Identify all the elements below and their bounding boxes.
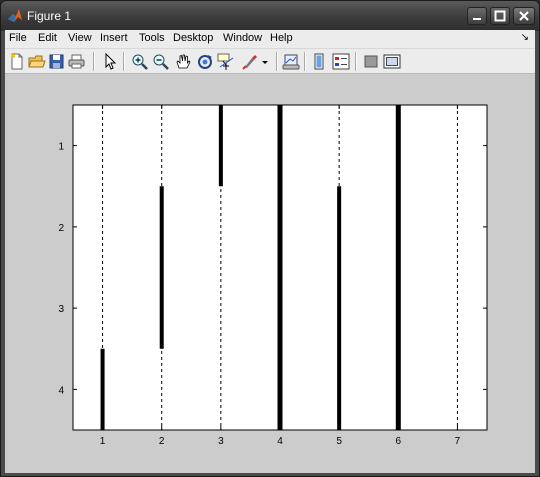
figure-window: Figure 1 File Edit View Insert Tools Des… bbox=[0, 0, 540, 477]
y-tick-label: 2 bbox=[58, 223, 64, 234]
x-tick-label: 7 bbox=[455, 436, 461, 447]
close-button[interactable] bbox=[513, 7, 535, 25]
x-tick-label: 4 bbox=[277, 436, 283, 447]
menu-edit[interactable]: Edit bbox=[38, 32, 57, 44]
x-tick-label: 3 bbox=[218, 436, 224, 447]
zoom-out-icon bbox=[153, 54, 169, 70]
brush-dropdown-button[interactable] bbox=[261, 53, 269, 70]
data-cursor-button[interactable] bbox=[217, 53, 235, 70]
hide-plot-tools-icon bbox=[364, 55, 378, 68]
save-icon bbox=[49, 54, 64, 69]
print-icon bbox=[68, 54, 85, 69]
data-cursor-icon bbox=[217, 53, 234, 70]
link-plot-icon bbox=[282, 54, 300, 70]
link-plot-button[interactable] bbox=[282, 53, 300, 70]
menu-bar: File Edit View Insert Tools Desktop Wind… bbox=[5, 30, 535, 48]
menu-insert[interactable]: Insert bbox=[100, 32, 128, 44]
menu-view[interactable]: View bbox=[68, 32, 92, 44]
bar-segment bbox=[277, 105, 283, 430]
rotate-3d-icon bbox=[198, 55, 212, 69]
bar-segment bbox=[218, 105, 223, 187]
new-figure-button[interactable] bbox=[8, 53, 26, 70]
menu-file[interactable]: File bbox=[9, 32, 27, 44]
brush-button[interactable] bbox=[241, 53, 259, 70]
hide-plot-tools-button[interactable] bbox=[362, 53, 380, 70]
minimize-button[interactable] bbox=[467, 7, 487, 25]
menu-tools[interactable]: Tools bbox=[139, 32, 165, 44]
y-tick-label: 1 bbox=[58, 142, 64, 153]
y-tick-label: 3 bbox=[58, 304, 64, 315]
show-plot-tools-icon bbox=[383, 54, 401, 69]
toolbar bbox=[5, 48, 535, 74]
rotate-3d-button[interactable] bbox=[196, 53, 214, 70]
close-icon bbox=[519, 11, 529, 21]
print-button[interactable] bbox=[68, 53, 86, 70]
menu-desktop[interactable]: Desktop bbox=[173, 32, 213, 44]
colorbar-button[interactable] bbox=[310, 53, 328, 70]
toolbar-separator bbox=[93, 52, 95, 71]
bar-segment bbox=[337, 186, 342, 430]
minimize-icon bbox=[473, 18, 481, 20]
maximize-button[interactable] bbox=[490, 7, 510, 25]
open-file-icon bbox=[28, 55, 46, 68]
brush-dropdown-icon bbox=[262, 61, 268, 64]
x-tick-label: 2 bbox=[159, 436, 165, 447]
y-tick-label: 4 bbox=[58, 385, 64, 396]
plot-axes[interactable]: 1 2 3 4 5 6 7 1 2 3 4 bbox=[5, 74, 535, 473]
save-button[interactable] bbox=[48, 53, 66, 70]
menu-window[interactable]: Window bbox=[223, 32, 262, 44]
zoom-out-button[interactable] bbox=[152, 53, 170, 70]
pointer-icon bbox=[105, 53, 117, 70]
bar-segment bbox=[395, 105, 401, 430]
bar-segment bbox=[159, 186, 164, 349]
dock-arrow-icon[interactable]: ↘ bbox=[521, 32, 529, 43]
colorbar-icon bbox=[314, 53, 324, 70]
figure-canvas: 1 2 3 4 5 6 7 1 2 3 4 bbox=[5, 74, 535, 473]
maximize-icon bbox=[494, 10, 506, 22]
toolbar-separator bbox=[304, 52, 306, 71]
title-bar[interactable]: Figure 1 bbox=[1, 1, 539, 31]
x-tick-label: 6 bbox=[396, 436, 402, 447]
toolbar-separator bbox=[355, 52, 357, 71]
matlab-logo-icon bbox=[8, 9, 22, 22]
toolbar-separator bbox=[123, 52, 125, 71]
pan-hand-icon bbox=[176, 54, 191, 69]
brush-icon bbox=[242, 55, 257, 70]
open-file-button[interactable] bbox=[28, 53, 46, 70]
new-figure-icon bbox=[11, 53, 23, 70]
toolbar-separator bbox=[276, 52, 278, 71]
pointer-button[interactable] bbox=[101, 53, 119, 70]
zoom-in-icon bbox=[132, 54, 148, 70]
window-title: Figure 1 bbox=[27, 9, 72, 23]
x-tick-label: 1 bbox=[100, 436, 106, 447]
bar-segment bbox=[100, 348, 105, 430]
legend-button[interactable] bbox=[332, 53, 350, 70]
menu-help[interactable]: Help bbox=[270, 32, 293, 44]
zoom-in-button[interactable] bbox=[131, 53, 149, 70]
legend-icon bbox=[332, 53, 350, 70]
show-plot-tools-button[interactable] bbox=[383, 53, 401, 70]
pan-button[interactable] bbox=[174, 53, 192, 70]
x-tick-label: 5 bbox=[336, 436, 342, 447]
